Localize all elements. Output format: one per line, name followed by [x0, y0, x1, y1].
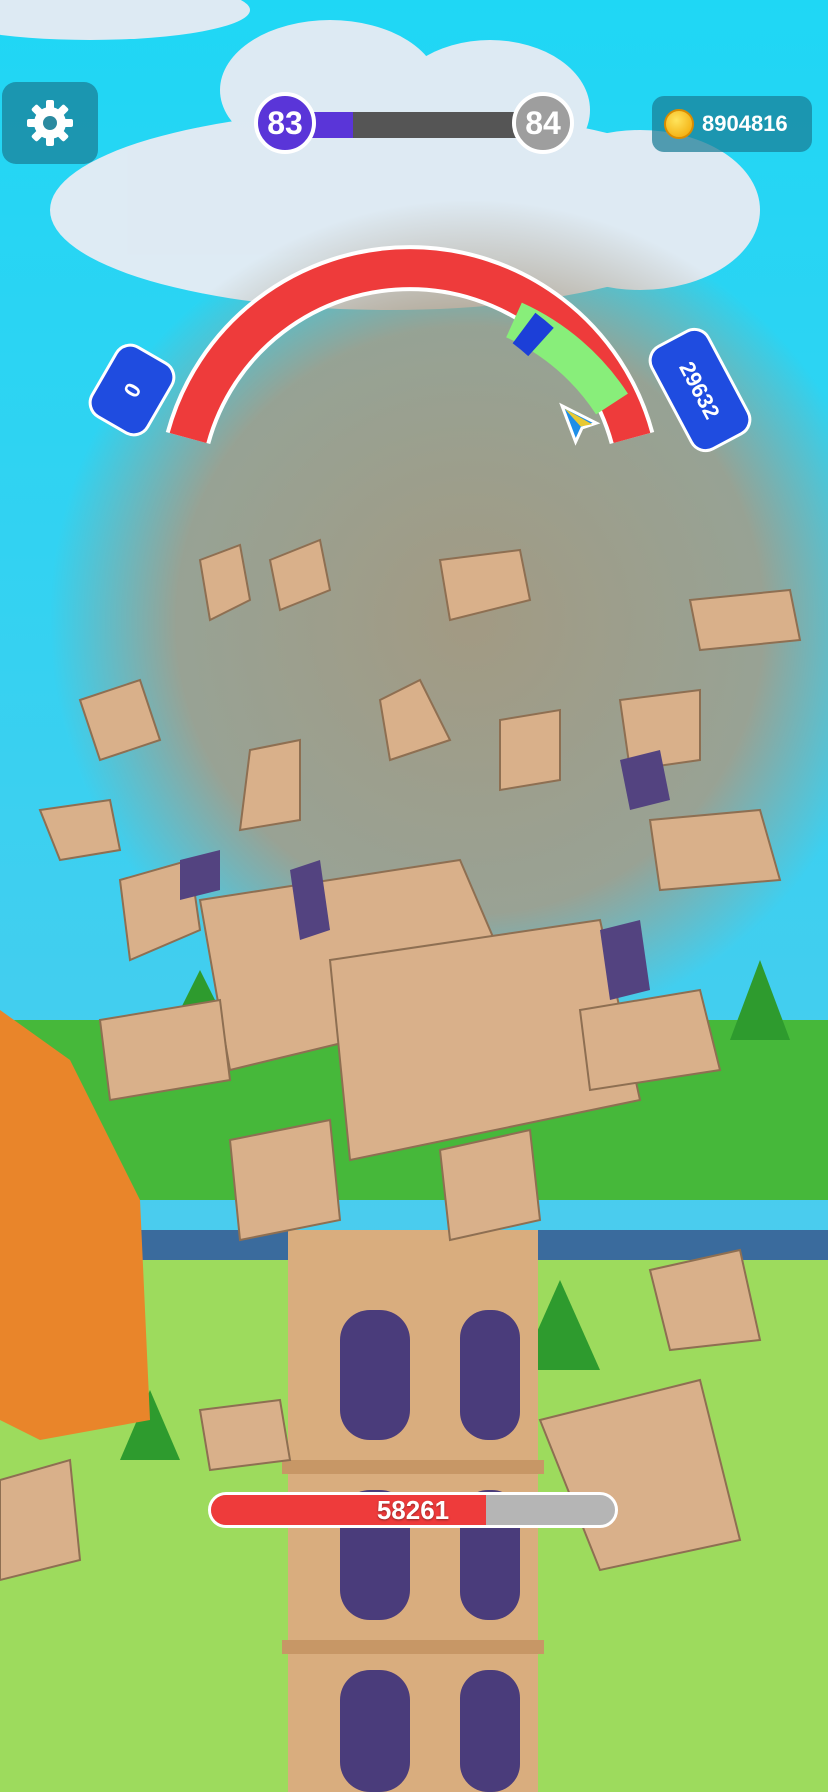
power-gauge: 0 29632 [88, 245, 752, 453]
gauge-perfect-zone [512, 312, 554, 357]
tower-health-bar: 58261 [208, 1492, 618, 1528]
gauge-min-bubble: 0 [88, 343, 176, 437]
tower-health-value: 58261 [376, 1494, 450, 1525]
gauge-max-bubble: 29632 [648, 327, 752, 453]
